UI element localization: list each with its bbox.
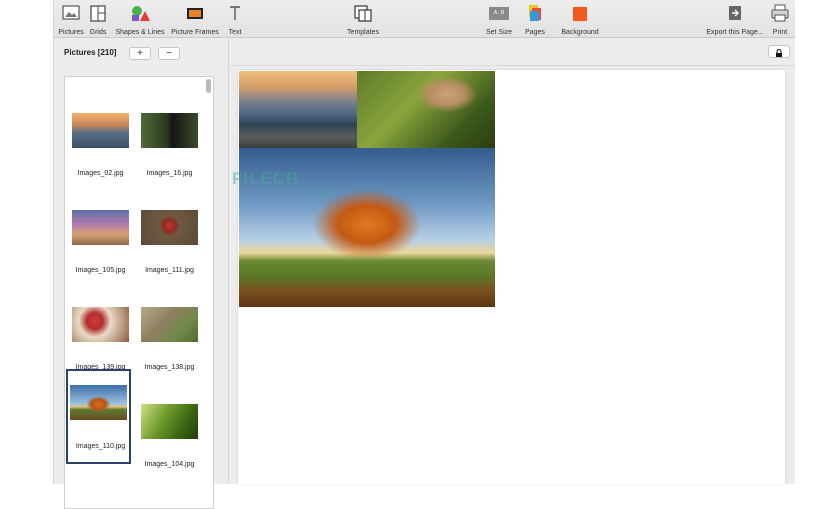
- print-button[interactable]: Print: [768, 4, 792, 36]
- photo-seashore[interactable]: [239, 71, 357, 148]
- remove-picture-button[interactable]: −: [158, 47, 180, 60]
- thumbnail-image: [141, 307, 198, 342]
- thumbnail-item[interactable]: Images_104.jpg: [137, 380, 202, 475]
- thumbnail-list[interactable]: Images_02.jpg Images_16.jpg Images_105.j…: [64, 76, 214, 509]
- thumbnail-item[interactable]: Images_02.jpg: [68, 89, 133, 184]
- thumbnail-image: [72, 113, 129, 148]
- export-icon: [729, 6, 741, 20]
- pictures-button[interactable]: Pictures: [58, 4, 84, 36]
- picture-frames-button[interactable]: Picture Frames: [169, 4, 221, 36]
- text-icon: [230, 6, 240, 20]
- divider: [230, 65, 795, 66]
- thumbnail-item-selected[interactable]: Images_110.jpg: [66, 369, 131, 464]
- toolbar: Pictures Grids Shapes & Lines Picture Fr…: [54, 0, 795, 38]
- lock-icon: [776, 49, 782, 57]
- thumbnail-item[interactable]: Images_16.jpg: [137, 89, 202, 184]
- templates-button[interactable]: Templates: [342, 4, 384, 36]
- lock-button[interactable]: [768, 45, 790, 58]
- grids-button[interactable]: Grids: [87, 4, 109, 36]
- pages-icon: [529, 5, 541, 21]
- layout-page[interactable]: [238, 70, 785, 484]
- picture-frame-icon: [187, 8, 203, 19]
- background-swatch-icon: [573, 7, 587, 21]
- thumbnail-item[interactable]: Images_105.jpg: [68, 186, 133, 281]
- thumbnail-image: [70, 385, 127, 420]
- thumbnail-item[interactable]: Images_111.jpg: [137, 186, 202, 281]
- background-button[interactable]: Background: [558, 4, 602, 36]
- thumbnail-image: [72, 210, 129, 245]
- shapes-lines-button[interactable]: Shapes & Lines: [112, 4, 168, 36]
- text-button[interactable]: Text: [224, 4, 246, 36]
- pages-button[interactable]: Pages: [522, 4, 548, 36]
- shapes-icon: [132, 6, 150, 21]
- export-button[interactable]: Export this Page...: [702, 4, 768, 36]
- thumbnail-image: [72, 307, 129, 342]
- thumbnail-scrollbar[interactable]: [206, 79, 211, 93]
- pictures-icon: [62, 5, 80, 20]
- app-window: Pictures Grids Shapes & Lines Picture Fr…: [53, 0, 795, 509]
- thumbnail-item[interactable]: Images_139.jpg: [68, 283, 133, 378]
- thumbnail-image: [141, 113, 198, 148]
- watermark: FILECR .com: [232, 169, 335, 200]
- set-size-button[interactable]: A : B Set Size: [482, 4, 516, 36]
- pictures-count-title: Pictures [210]: [64, 48, 117, 57]
- printer-icon: [771, 4, 789, 22]
- photo-lynx[interactable]: [357, 71, 495, 148]
- templates-icon: [354, 5, 372, 22]
- add-picture-button[interactable]: +: [129, 47, 151, 60]
- thumbnail-item[interactable]: Images_138.jpg: [137, 283, 202, 378]
- set-size-icon: A : B: [489, 7, 509, 20]
- thumbnail-image: [141, 210, 198, 245]
- thumbnail-image: [141, 404, 198, 439]
- pictures-sidebar: Pictures [210] + − Images_02.jpg Images_…: [54, 39, 229, 509]
- grid-icon: [90, 5, 106, 22]
- canvas-area: [230, 39, 795, 484]
